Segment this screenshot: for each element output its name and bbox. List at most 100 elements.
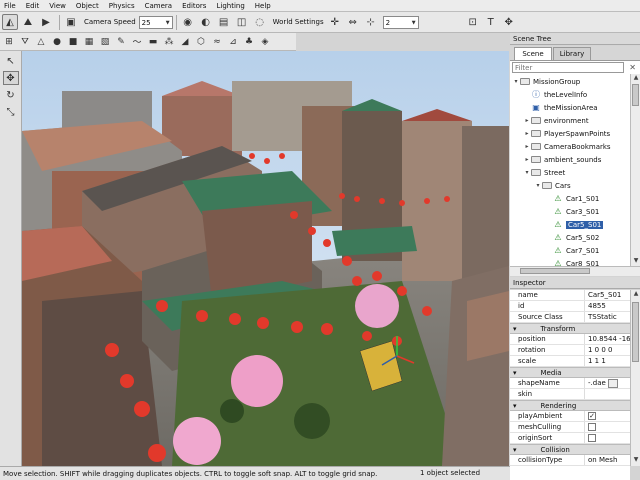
inspector-group-media[interactable]: ▾ Media: [510, 367, 630, 378]
field-value[interactable]: on Mesh: [584, 455, 630, 465]
chevron-up-icon[interactable]: ▲: [631, 290, 640, 299]
globe-icon[interactable]: ◉: [180, 14, 196, 30]
tree-item[interactable]: ▸ ambient_sounds: [523, 153, 601, 166]
reset-icon[interactable]: ◌: [252, 14, 268, 30]
grid-icon[interactable]: ▦: [82, 35, 96, 49]
terrain-editor-icon[interactable]: ◭: [2, 14, 18, 30]
play-game-icon[interactable]: ▶: [38, 14, 54, 30]
scene-render[interactable]: [22, 51, 509, 466]
chevron-down-icon[interactable]: ▾: [513, 369, 517, 377]
mesh-icon[interactable]: ⬡: [194, 35, 208, 49]
collapsed-arrow-icon[interactable]: ▸: [523, 117, 531, 124]
move-gizmo-icon[interactable]: ✥: [2, 71, 19, 85]
world-settings-button[interactable]: World Settings: [273, 18, 324, 26]
inspector-group-rendering[interactable]: ▾ Rendering: [510, 400, 630, 411]
fit-icon[interactable]: ⇔: [345, 14, 361, 30]
menu-edit[interactable]: Edit: [26, 2, 40, 10]
chevron-down-icon[interactable]: ▼: [631, 257, 640, 266]
collapsed-arrow-icon[interactable]: ▸: [523, 130, 531, 137]
cube-icon[interactable]: ■: [66, 35, 80, 49]
field-value[interactable]: 10.8544 -16: [584, 334, 630, 344]
flatten-icon[interactable]: ▬: [146, 35, 160, 49]
field-value[interactable]: 1 1 1: [584, 356, 630, 366]
decal-icon[interactable]: ◈: [258, 35, 272, 49]
river-icon[interactable]: ≈: [210, 35, 224, 49]
tree-item[interactable]: ⚠ Car8_S01: [545, 257, 599, 266]
checkbox[interactable]: ✓: [588, 412, 596, 420]
tree-item[interactable]: ▾ MissionGroup: [512, 75, 580, 88]
tab-library[interactable]: Library: [553, 47, 591, 60]
menu-physics[interactable]: Physics: [109, 2, 135, 10]
filter-input[interactable]: [512, 62, 624, 73]
tree-item[interactable]: ⚠ Car5_S02: [545, 231, 599, 244]
checkbox[interactable]: [588, 434, 596, 442]
smooth-icon[interactable]: 〜: [130, 35, 144, 49]
inspector-group-transform[interactable]: ▾ Transform: [510, 323, 630, 334]
world-editor-icon[interactable]: ⛰: [20, 14, 36, 30]
tree-item[interactable]: ▸ environment: [523, 114, 588, 127]
select-arrow-icon[interactable]: ↖: [3, 54, 19, 68]
field-value[interactable]: 1 0 0 0: [584, 345, 630, 355]
checkbox[interactable]: [588, 423, 596, 431]
tree-item[interactable]: ⚠ Car1_S01: [545, 192, 599, 205]
expanded-arrow-icon[interactable]: ▾: [523, 169, 531, 176]
terrain-icon[interactable]: ⊞: [2, 35, 16, 49]
mountain-icon[interactable]: △: [34, 35, 48, 49]
inspector-group-collision[interactable]: ▾ Collision: [510, 444, 630, 455]
snap-icon[interactable]: ✛: [327, 14, 343, 30]
tab-scene[interactable]: Scene: [514, 47, 552, 60]
menu-object[interactable]: Object: [76, 2, 99, 10]
tree-item[interactable]: ⚠ Car5_S01: [545, 218, 604, 231]
erosion-icon[interactable]: ◢: [178, 35, 192, 49]
field-value[interactable]: TSStatic: [584, 312, 630, 322]
field-value[interactable]: -.dae: [584, 378, 630, 388]
close-icon[interactable]: ✕: [629, 63, 636, 72]
browse-button[interactable]: [607, 378, 618, 388]
tree-item[interactable]: ▾ Cars: [534, 179, 570, 192]
expanded-arrow-icon[interactable]: ▾: [534, 182, 542, 189]
chevron-down-icon[interactable]: ▾: [513, 325, 517, 333]
lock-icon[interactable]: ▤: [216, 14, 232, 30]
field-value[interactable]: Car5_S01: [584, 290, 630, 300]
grid-size-field[interactable]: 2 ▼: [382, 15, 419, 29]
inspector-scrollbar[interactable]: ▲ ▼: [630, 290, 640, 466]
chevron-down-icon[interactable]: ▾: [513, 446, 517, 454]
scale-gizmo-icon[interactable]: ⤡: [3, 105, 19, 119]
rotate-gizmo-icon[interactable]: ↻: [3, 88, 19, 102]
field-value[interactable]: [584, 389, 630, 399]
chevron-down-icon[interactable]: ▾: [513, 402, 517, 410]
chevron-up-icon[interactable]: ▲: [631, 74, 640, 83]
paint-icon[interactable]: ✎: [114, 35, 128, 49]
texture-icon[interactable]: ▧: [98, 35, 112, 49]
expanded-arrow-icon[interactable]: ▾: [512, 78, 520, 85]
menu-view[interactable]: View: [49, 2, 66, 10]
scrollbar-thumb[interactable]: [520, 268, 590, 274]
tree-item[interactable]: ▾ Street: [523, 166, 565, 179]
tree-item[interactable]: ⚠ Car3_S01: [545, 205, 599, 218]
object-bounds-icon[interactable]: ◫: [234, 14, 250, 30]
tree-item[interactable]: ▣ theMissionArea: [523, 101, 597, 114]
chevron-down-icon[interactable]: ▼: [412, 20, 416, 26]
scrollbar-thumb[interactable]: [632, 84, 639, 106]
focus-selection-icon[interactable]: ⊡: [465, 14, 481, 30]
menu-help[interactable]: Help: [255, 2, 271, 10]
3d-viewport[interactable]: [22, 51, 509, 466]
camera-icon[interactable]: ▣: [63, 14, 79, 30]
field-value[interactable]: 4855: [584, 301, 630, 311]
chevron-down-icon[interactable]: ▼: [166, 20, 170, 26]
tree-item[interactable]: ⓘ theLevelInfo: [523, 88, 587, 101]
sphere-icon[interactable]: ●: [50, 35, 64, 49]
collapsed-arrow-icon[interactable]: ▸: [523, 143, 531, 150]
render-icon[interactable]: ⊹: [363, 14, 379, 30]
tree-item[interactable]: ⚠ Car7_S01: [545, 244, 599, 257]
road-icon[interactable]: ⊿: [226, 35, 240, 49]
menu-editors[interactable]: Editors: [182, 2, 206, 10]
scene-tree-hscrollbar[interactable]: [510, 266, 640, 276]
camera-speed-field[interactable]: 25 ▼: [138, 15, 173, 29]
toggle-visibility-icon[interactable]: ◐: [198, 14, 214, 30]
heightmap-icon[interactable]: ⛛: [18, 35, 32, 49]
noise-icon[interactable]: ⁂: [162, 35, 176, 49]
forest-icon[interactable]: ♣: [242, 35, 256, 49]
chevron-down-icon[interactable]: ▼: [631, 456, 640, 465]
pan-icon[interactable]: ✥: [501, 14, 517, 30]
